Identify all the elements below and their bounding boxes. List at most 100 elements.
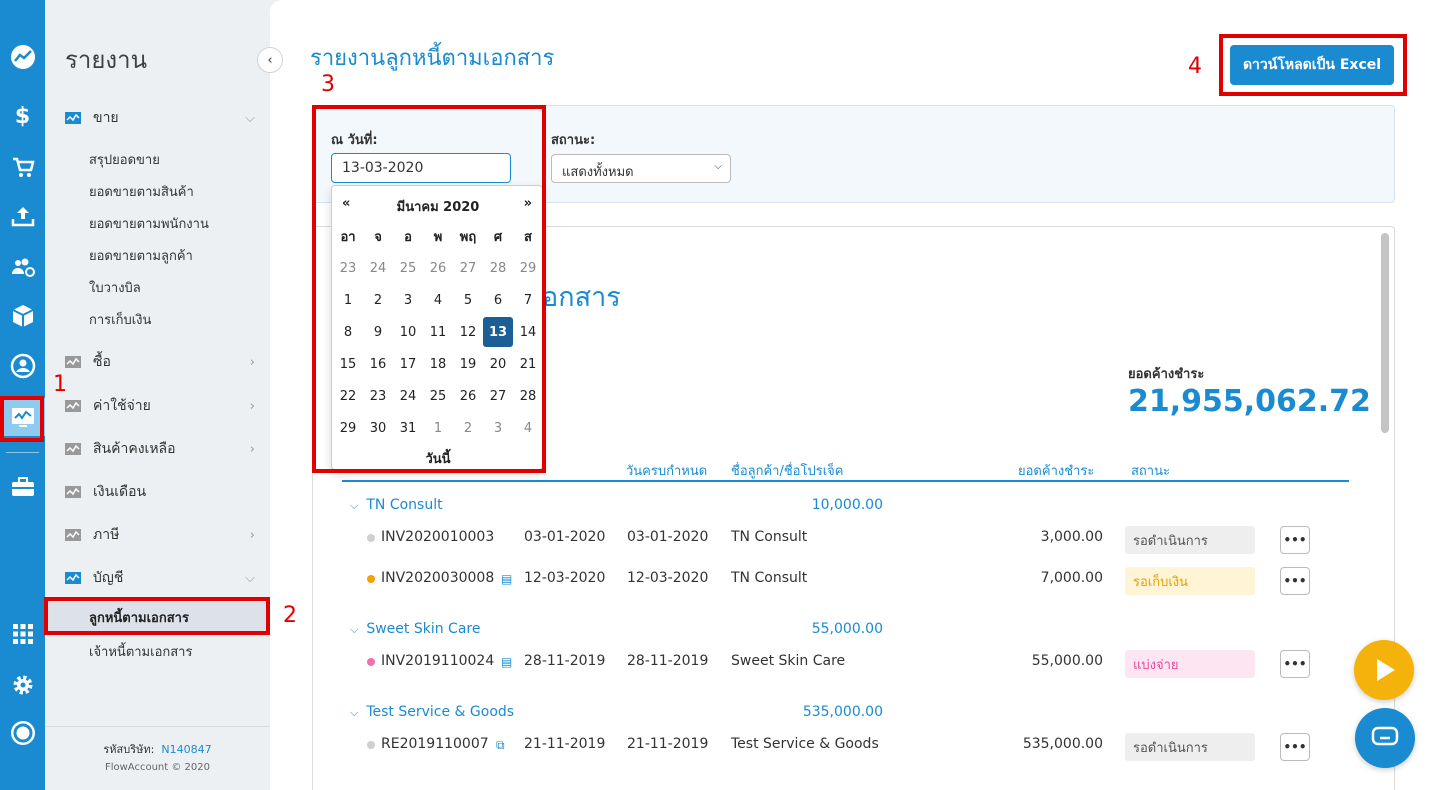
calendar-day[interactable]: 31 — [393, 412, 423, 444]
date-input[interactable]: 13-03-2020 — [331, 153, 511, 183]
group-toggle[interactable]: ⌵ Test Service & Goods — [350, 704, 514, 720]
cart-icon[interactable] — [0, 148, 45, 186]
user-circle-icon[interactable] — [0, 347, 45, 385]
apps-grid-icon[interactable] — [0, 615, 45, 653]
chat-support-button[interactable] — [1355, 708, 1415, 768]
calendar-day[interactable]: 5 — [453, 284, 483, 316]
calendar-day[interactable]: 30 — [363, 412, 393, 444]
doc-date: 21-11-2019 — [524, 736, 606, 752]
calendar-day[interactable]: 23 — [363, 380, 393, 412]
sidebar-item-billing-note[interactable]: ใบวางบิล — [89, 277, 141, 298]
calendar-day[interactable]: 11 — [423, 316, 453, 348]
sidebar-item-receivable-by-doc[interactable]: ลูกหนี้ตามเอกสาร — [45, 602, 270, 632]
chevron-right-icon: › — [249, 441, 255, 457]
gear-icon[interactable] — [0, 666, 45, 704]
more-actions-button[interactable]: ••• — [1280, 526, 1310, 554]
sidebar-item-sales-by-product[interactable]: ยอดขายตามสินค้า — [89, 181, 194, 202]
doc-number-link[interactable]: INV2019110024 — [381, 653, 494, 669]
calendar-day[interactable]: 27 — [483, 380, 513, 412]
copyright: FlowAccount © 2020 — [104, 762, 210, 773]
sidebar-footer-divider — [45, 726, 270, 727]
calendar-day[interactable]: 17 — [393, 348, 423, 380]
calendar-day[interactable]: 26 — [453, 380, 483, 412]
calendar-day[interactable]: 22 — [333, 380, 363, 412]
sidebar-group-label: ขาย — [93, 110, 119, 126]
collapse-sidebar-button[interactable]: ‹ — [257, 47, 283, 73]
calendar-day[interactable]: 24 — [363, 252, 393, 284]
dashboard-icon[interactable] — [0, 38, 45, 76]
doc-number-link[interactable]: RE2019110007 — [381, 736, 489, 752]
calendar-day[interactable]: 29 — [333, 412, 363, 444]
chart-icon — [65, 356, 81, 368]
sidebar-group-tax[interactable]: ภาษี › — [65, 523, 255, 547]
calendar-day[interactable]: 18 — [423, 348, 453, 380]
report-scrollbar[interactable] — [1381, 233, 1389, 433]
contacts-icon[interactable] — [0, 248, 45, 286]
calendar-day[interactable]: 9 — [363, 316, 393, 348]
calendar-day[interactable]: 1 — [423, 412, 453, 444]
calendar-day[interactable]: 2 — [363, 284, 393, 316]
doc-number-link[interactable]: INV2020010003 — [381, 529, 494, 545]
calendar-day[interactable]: 21 — [513, 348, 543, 380]
dollar-icon[interactable]: $ — [0, 97, 45, 135]
calendar-day[interactable]: 4 — [423, 284, 453, 316]
calendar-day[interactable]: 10 — [393, 316, 423, 348]
download-excel-button[interactable]: ดาวน์โหลดเป็น Excel — [1230, 45, 1394, 85]
sidebar-item-sales-summary[interactable]: สรุปยอดขาย — [89, 149, 160, 170]
next-month-button[interactable]: » — [524, 196, 532, 211]
sidebar-group-inventory[interactable]: สินค้าคงเหลือ › — [65, 437, 255, 461]
profile-avatar-icon[interactable] — [0, 714, 45, 752]
calendar-day[interactable]: 14 — [513, 316, 543, 348]
sidebar-item-sales-by-employee[interactable]: ยอดขายตามพนักงาน — [89, 213, 209, 234]
box-icon[interactable] — [0, 297, 45, 335]
due-date: 12-03-2020 — [627, 570, 709, 586]
calendar-day[interactable]: 25 — [423, 380, 453, 412]
calendar-day[interactable]: 8 — [333, 316, 363, 348]
calendar-day[interactable]: 27 — [453, 252, 483, 284]
today-button[interactable]: วันนี้ — [332, 448, 544, 469]
video-tutorial-button[interactable] — [1354, 640, 1414, 700]
sidebar-group-purchase[interactable]: ซื้อ › — [65, 350, 255, 374]
calendar-day[interactable]: 3 — [483, 412, 513, 444]
report-icon[interactable] — [0, 398, 45, 436]
calendar-day[interactable]: 24 — [393, 380, 423, 412]
calendar-day[interactable]: 2 — [453, 412, 483, 444]
group-toggle[interactable]: ⌵ Sweet Skin Care — [350, 621, 480, 637]
calendar-day[interactable]: 4 — [513, 412, 543, 444]
calendar-day[interactable]: 15 — [333, 348, 363, 380]
calendar-day[interactable]: 6 — [483, 284, 513, 316]
calendar-day[interactable]: 3 — [393, 284, 423, 316]
calendar-day[interactable]: 20 — [483, 348, 513, 380]
calendar-day-selected[interactable]: 13 — [483, 317, 513, 347]
doc-number-link[interactable]: INV2020030008 — [381, 570, 494, 586]
calendar-day[interactable]: 16 — [363, 348, 393, 380]
calendar-day[interactable]: 28 — [483, 252, 513, 284]
sidebar-group-sales[interactable]: ขาย ⌵ — [65, 106, 255, 130]
more-actions-button[interactable]: ••• — [1280, 650, 1310, 678]
sidebar-item-sales-by-customer[interactable]: ยอดขายตามลูกค้า — [89, 245, 193, 266]
chart-icon — [65, 486, 81, 498]
more-actions-button[interactable]: ••• — [1280, 567, 1310, 595]
sidebar-item-payable-by-doc[interactable]: เจ้าหนี้ตามเอกสาร — [89, 641, 192, 662]
status-select[interactable]: แสดงทั้งหมด ⌵ — [551, 154, 731, 183]
calendar-day[interactable]: 19 — [453, 348, 483, 380]
customer-name: Test Service & Goods — [731, 736, 879, 752]
sidebar-group-accounting[interactable]: บัญชี ⌵ — [65, 566, 255, 590]
calendar-day[interactable]: 29 — [513, 252, 543, 284]
briefcase-icon[interactable] — [0, 468, 45, 506]
calendar-day[interactable]: 12 — [453, 316, 483, 348]
calendar-day[interactable]: 23 — [333, 252, 363, 284]
sidebar-item-collection[interactable]: การเก็บเงิน — [89, 309, 151, 330]
calendar-day[interactable]: 26 — [423, 252, 453, 284]
upload-tray-icon[interactable] — [0, 197, 45, 235]
more-actions-button[interactable]: ••• — [1280, 733, 1310, 761]
sidebar-group-label: เงินเดือน — [93, 484, 147, 500]
calendar-day[interactable]: 1 — [333, 284, 363, 316]
calendar-day[interactable]: 7 — [513, 284, 543, 316]
group-toggle[interactable]: ⌵ TN Consult — [350, 497, 443, 513]
sidebar-group-expense[interactable]: ค่าใช้จ่าย › — [65, 394, 255, 418]
calendar-day[interactable]: 25 — [393, 252, 423, 284]
calendar-day[interactable]: 28 — [513, 380, 543, 412]
sidebar-group-payroll[interactable]: เงินเดือน — [65, 480, 255, 504]
prev-month-button[interactable]: « — [342, 196, 350, 211]
